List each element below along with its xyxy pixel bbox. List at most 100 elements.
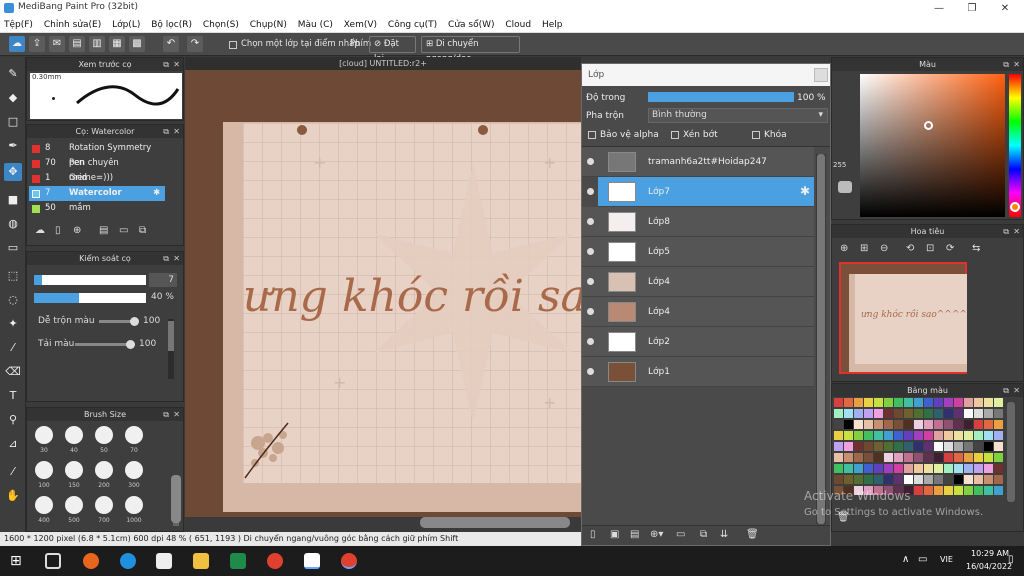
select-pen-icon[interactable]: ⁄ — [4, 339, 22, 357]
palette-swatch[interactable] — [884, 409, 893, 418]
close-icon[interactable]: ✕ — [173, 408, 180, 421]
paper-canvas[interactable]: + + + + ưng khóc rồi sa — [243, 123, 581, 483]
palette-swatch[interactable] — [834, 475, 843, 484]
palette-swatch[interactable] — [944, 398, 953, 407]
folder-icon[interactable]: ▭ — [676, 529, 685, 540]
network-icon[interactable]: ▭ — [918, 554, 927, 565]
brush-size-option[interactable] — [35, 496, 53, 514]
palette-swatch[interactable] — [884, 431, 893, 440]
palette-swatch[interactable] — [904, 431, 913, 440]
close-icon[interactable]: ✕ — [173, 125, 180, 138]
palette-swatch[interactable] — [984, 409, 993, 418]
canvas-vscrollbar[interactable] — [171, 475, 181, 523]
palette-swatch[interactable] — [834, 464, 843, 473]
palette-swatch[interactable] — [914, 464, 923, 473]
popout-icon[interactable]: ⧉ — [163, 252, 169, 265]
palette-swatch[interactable] — [994, 409, 1003, 418]
visibility-eye-icon[interactable] — [587, 338, 594, 345]
palette-swatch[interactable] — [864, 453, 873, 462]
scroll-thumb[interactable] — [168, 321, 174, 351]
palette-swatch[interactable] — [944, 486, 953, 495]
lasso-tool-icon[interactable]: ◌ — [4, 291, 22, 309]
palette-swatch[interactable] — [994, 420, 1003, 429]
rotate-left-icon[interactable]: ⟲ — [906, 243, 914, 254]
menu-help[interactable]: Help — [538, 17, 567, 33]
palette-swatch[interactable] — [834, 431, 843, 440]
palette-swatch[interactable] — [934, 420, 943, 429]
palette-swatch[interactable] — [864, 464, 873, 473]
palette-swatch[interactable] — [964, 453, 973, 462]
palette-swatch[interactable] — [924, 486, 933, 495]
add-layer-menu-icon[interactable]: ⊕▾ — [650, 529, 663, 540]
palette-swatch[interactable] — [944, 420, 953, 429]
palette-swatch[interactable] — [834, 409, 843, 418]
close-icon[interactable]: ✕ — [173, 58, 180, 71]
palette-swatch[interactable] — [924, 409, 933, 418]
brush-size-option[interactable] — [65, 426, 83, 444]
palette-swatch[interactable] — [854, 420, 863, 429]
palette-swatch[interactable] — [904, 398, 913, 407]
layer-row[interactable]: Lớp2 — [582, 327, 814, 357]
palette-swatch[interactable] — [854, 453, 863, 462]
palette-swatch[interactable] — [984, 464, 993, 473]
grid-settings-icon[interactable]: ▩ — [129, 36, 145, 52]
layer-window-close[interactable] — [814, 68, 828, 82]
palette-swatch[interactable] — [914, 409, 923, 418]
clock-time[interactable]: 10:29 AM — [971, 549, 1009, 558]
blend-slider[interactable] — [99, 317, 139, 326]
new-1bit-layer-icon[interactable]: ▤ — [630, 529, 639, 540]
palette-swatch[interactable] — [964, 464, 973, 473]
panel-scrollbar[interactable] — [168, 319, 174, 379]
palette-swatch[interactable] — [984, 420, 993, 429]
pen-tool-icon[interactable]: ✒ — [4, 137, 22, 155]
popout-icon[interactable]: ⧉ — [1003, 225, 1009, 238]
menu-tools[interactable]: Công cụ(T) — [384, 17, 441, 33]
layer-row[interactable]: Lớp4 — [582, 297, 814, 327]
cloud-icon[interactable]: ☁ — [9, 36, 25, 52]
windows-start-icon[interactable]: ⊞ — [10, 553, 26, 569]
visibility-eye-icon[interactable] — [587, 368, 594, 375]
palette-swatch[interactable] — [924, 398, 933, 407]
palette-swatch[interactable] — [894, 420, 903, 429]
palette-swatch[interactable] — [854, 398, 863, 407]
brush-item[interactable]: 70 pen chuyên meme=))) — [29, 156, 165, 183]
palette-swatch[interactable] — [974, 453, 983, 462]
actual-size-icon[interactable]: ⊡ — [926, 243, 934, 254]
close-button[interactable]: ✕ — [988, 0, 1022, 17]
brush-size-option[interactable] — [35, 426, 53, 444]
layer-row[interactable]: Lớp5 — [582, 237, 814, 267]
palette-swatch[interactable] — [954, 398, 963, 407]
palette-swatch[interactable] — [884, 464, 893, 473]
store-icon[interactable] — [156, 553, 172, 569]
palette-swatch[interactable] — [864, 431, 873, 440]
palette-swatch[interactable] — [934, 486, 943, 495]
palette-swatch[interactable] — [874, 475, 883, 484]
layer-opacity-slider[interactable] — [648, 92, 794, 102]
palette-swatch[interactable] — [874, 409, 883, 418]
file-explorer-icon[interactable] — [193, 553, 209, 569]
palette-swatch[interactable] — [834, 453, 843, 462]
palette-swatch[interactable] — [944, 409, 953, 418]
visibility-eye-icon[interactable] — [587, 308, 594, 315]
palette-scrollbar[interactable] — [1007, 402, 1015, 502]
palette-swatch[interactable] — [954, 431, 963, 440]
protect-alpha-checkbox[interactable] — [588, 131, 596, 139]
blend-knob[interactable] — [130, 317, 139, 326]
paint-knob[interactable] — [126, 340, 135, 349]
layer-row-selected[interactable]: Lớp7 ✱ — [587, 177, 814, 207]
palette-swatch[interactable] — [984, 486, 993, 495]
gear-icon[interactable]: ✱ — [153, 186, 160, 201]
pan-button[interactable]: ⊞ Di chuyển ngang/dọc — [421, 36, 520, 64]
visibility-eye-icon[interactable] — [587, 158, 594, 165]
palette-swatch[interactable] — [954, 420, 963, 429]
palette-swatch[interactable] — [894, 475, 903, 484]
palette-swatch[interactable] — [944, 442, 953, 451]
palette-swatch[interactable] — [914, 442, 923, 451]
palette-swatch[interactable] — [844, 464, 853, 473]
medibang-taskbar-icon[interactable] — [304, 553, 320, 569]
palette-swatch[interactable] — [934, 442, 943, 451]
brush-size-option[interactable] — [125, 496, 143, 514]
text-tool-icon[interactable]: T — [4, 387, 22, 405]
palette-swatch[interactable] — [864, 420, 873, 429]
palette-swatch[interactable] — [954, 409, 963, 418]
